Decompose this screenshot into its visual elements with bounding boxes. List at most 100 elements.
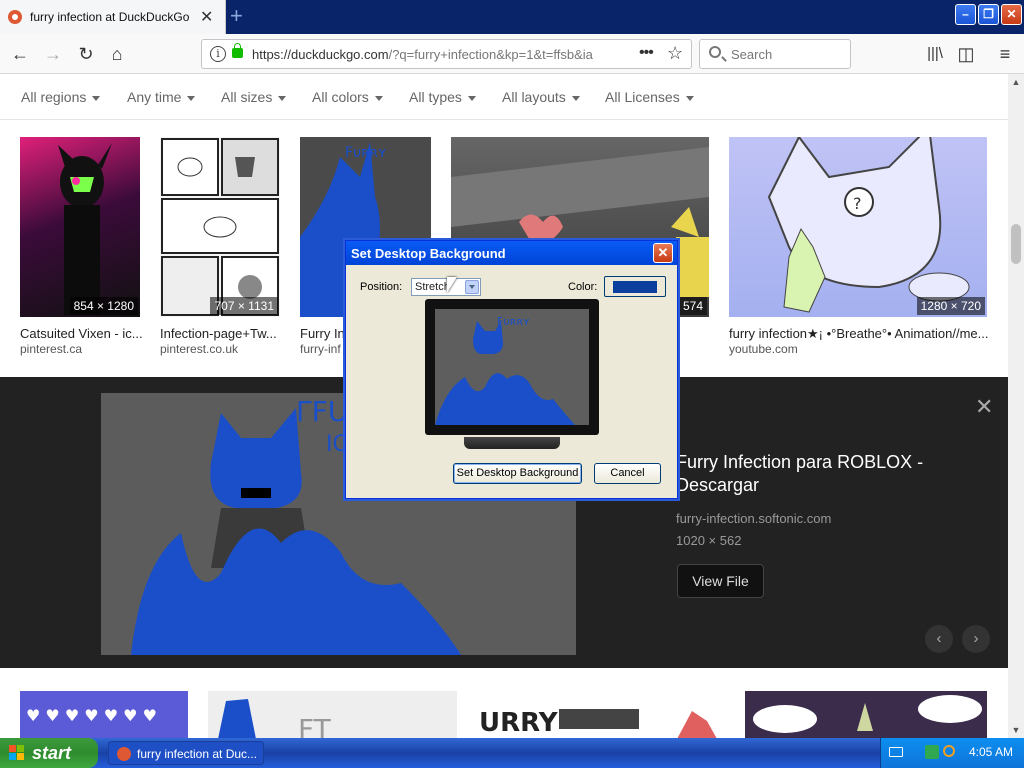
comic-panel-illustration xyxy=(753,695,982,733)
reload-icon[interactable]: ↻ xyxy=(74,42,98,66)
filter-colors[interactable]: All colors xyxy=(312,89,383,105)
library-icon[interactable]: |||\ xyxy=(923,42,947,66)
url-text[interactable]: https://duckduckgo.com/?q=furry+infectio… xyxy=(252,47,632,62)
scroll-up-arrow-icon[interactable]: ▲ xyxy=(1008,74,1024,90)
thumbnail-image[interactable] xyxy=(745,691,987,739)
wallpaper-thumbnail-illustration: Fυʀʀʏ xyxy=(435,309,589,425)
thumbnail-caption[interactable]: Infection-page+Tw... xyxy=(160,326,284,341)
search-placeholder: Search xyxy=(731,47,773,62)
scroll-down-arrow-icon[interactable]: ▼ xyxy=(1008,722,1024,738)
previous-image-button[interactable]: ‹ xyxy=(925,625,953,653)
browser-search-box[interactable]: Search xyxy=(699,39,851,69)
menu-icon[interactable]: ≡ xyxy=(993,42,1017,66)
caret-down-icon xyxy=(374,95,383,101)
bookmark-star-icon[interactable]: ☆ xyxy=(667,43,683,64)
site-info-icon[interactable]: i xyxy=(210,46,226,62)
thumbnail-source: furry-inf xyxy=(300,342,341,356)
position-select[interactable]: Stretch xyxy=(411,278,481,296)
page-scrollbar[interactable]: ▲ ▼ xyxy=(1008,74,1024,738)
dropdown-arrow-icon[interactable] xyxy=(465,280,479,294)
caret-down-icon xyxy=(467,95,476,101)
next-image-button[interactable]: › xyxy=(962,625,990,653)
browser-tab[interactable]: furry infection at DuckDuckGo ✕ xyxy=(0,0,226,34)
thumbnail-image[interactable]: ? 1280 × 720 xyxy=(729,137,987,317)
tab-strip: furry infection at DuckDuckGo ✕ + – ❐ ✕ xyxy=(0,0,1024,34)
fursuit-figure-illustration xyxy=(58,143,112,315)
filter-sizes[interactable]: All sizes xyxy=(221,89,287,105)
url-bar[interactable]: i https://duckduckgo.com/?q=furry+infect… xyxy=(201,39,692,69)
detail-source[interactable]: furry-infection.softonic.com xyxy=(676,511,831,526)
image-filters-bar: All regions Any time All sizes All color… xyxy=(0,74,1008,120)
furry-text-illustration: URRY xyxy=(479,708,717,739)
url-path: /?q=furry+infection&kp=1&t=ffsb&ia xyxy=(388,47,593,62)
filter-label: Any time xyxy=(127,89,182,105)
color-swatch xyxy=(613,281,657,293)
detail-title[interactable]: Furry Infection para ROBLOX - Descargar xyxy=(676,451,976,497)
thumbnail-caption[interactable]: Catsuited Vixen - ic... xyxy=(20,326,144,341)
forward-arrow-icon[interactable]: → xyxy=(41,42,65,66)
home-icon[interactable]: ⌂ xyxy=(105,42,129,66)
system-tray: 4:05 AM xyxy=(880,738,1024,768)
svg-text:FT: FT xyxy=(298,713,332,739)
view-file-button[interactable]: View File xyxy=(677,564,764,598)
search-icon xyxy=(709,46,721,58)
sidebar-icon[interactable]: ◫ xyxy=(954,42,978,66)
thumbnail-caption[interactable]: Furry In xyxy=(300,326,345,341)
svg-text:ΓFU: ΓFU xyxy=(296,395,348,428)
thumbnail-image[interactable]: ♥ ♥ ♥ ♥ ♥ ♥ ♥ xyxy=(20,691,188,739)
keyboard-icon[interactable] xyxy=(889,747,903,757)
thumbnail-source: pinterest.co.uk xyxy=(160,342,239,356)
color-picker-button[interactable] xyxy=(604,276,666,297)
detail-close-icon[interactable]: ✕ xyxy=(975,394,993,420)
monitor-preview: Fυʀʀʏ xyxy=(425,299,599,435)
firefox-icon xyxy=(117,747,131,761)
caret-down-icon xyxy=(571,95,580,101)
thumbnail-source: pinterest.ca xyxy=(20,342,83,356)
thumbnail-image[interactable]: URRY xyxy=(477,691,725,739)
scrollbar-thumb[interactable] xyxy=(1011,224,1021,264)
system-clock: 4:05 AM xyxy=(969,745,1014,759)
cancel-button[interactable]: Cancel xyxy=(594,463,661,484)
url-origin: https://duckduckgo.com xyxy=(252,47,389,62)
dialog-close-button[interactable]: ✕ xyxy=(653,243,673,263)
dialog-titlebar[interactable]: Set Desktop Background ✕ xyxy=(346,241,677,265)
filter-licenses[interactable]: All Licenses xyxy=(605,89,694,105)
minimize-button[interactable]: – xyxy=(955,4,976,25)
window-close-button[interactable]: ✕ xyxy=(1001,4,1022,25)
caret-down-icon xyxy=(187,95,196,101)
taskbar-window-label: furry infection at Duc... xyxy=(137,747,258,761)
svg-text:Fυʀʀʏ: Fυʀʀʏ xyxy=(497,315,530,328)
mouse-pointer-icon xyxy=(447,277,457,293)
start-label: start xyxy=(32,743,72,763)
thumbnail-source: youtube.com xyxy=(729,342,798,356)
tab-close-icon[interactable]: ✕ xyxy=(200,7,213,27)
thumbnail-image[interactable]: FT xyxy=(208,691,457,739)
network-icon[interactable] xyxy=(925,745,939,759)
dialog-title: Set Desktop Background xyxy=(351,246,506,261)
comic-page-illustration xyxy=(161,138,279,316)
screen: furry infection at DuckDuckGo ✕ + – ❐ ✕ … xyxy=(0,0,1024,768)
image-dimensions: 1280 × 720 xyxy=(916,297,985,315)
page-actions-icon[interactable]: ••• xyxy=(639,44,654,62)
start-button[interactable]: start xyxy=(0,738,98,768)
tab-title: furry infection at DuckDuckGo xyxy=(30,10,190,24)
duckduckgo-favicon-icon xyxy=(8,10,22,24)
magnifier-icon[interactable] xyxy=(943,745,955,757)
filter-types[interactable]: All types xyxy=(409,89,476,105)
thumbnail-image[interactable]: 707 × 1131 xyxy=(160,137,280,317)
filter-time[interactable]: Any time xyxy=(127,89,196,105)
filter-regions[interactable]: All regions xyxy=(21,89,101,105)
image-dimensions: 707 × 1131 xyxy=(210,297,278,315)
thumbnail-caption[interactable]: furry infection★¡ •°Breathe°• Animation/… xyxy=(729,326,991,342)
set-desktop-background-button[interactable]: Set Desktop Background xyxy=(453,463,582,484)
filter-layouts[interactable]: All layouts xyxy=(502,89,580,105)
windows-logo-icon xyxy=(9,745,25,761)
restore-button[interactable]: ❐ xyxy=(978,4,999,25)
svg-text:?: ? xyxy=(853,194,862,213)
taskbar-window-button[interactable]: furry infection at Duc... xyxy=(108,741,264,765)
thumbnail-image[interactable]: 854 × 1280 xyxy=(20,137,140,317)
filter-label: All sizes xyxy=(221,89,273,105)
svg-text:♥ ♥ ♥ ♥ ♥ ♥ ♥: ♥ ♥ ♥ ♥ ♥ ♥ ♥ xyxy=(26,706,157,725)
back-arrow-icon[interactable]: ← xyxy=(8,42,32,66)
new-tab-button[interactable]: + xyxy=(230,3,243,29)
